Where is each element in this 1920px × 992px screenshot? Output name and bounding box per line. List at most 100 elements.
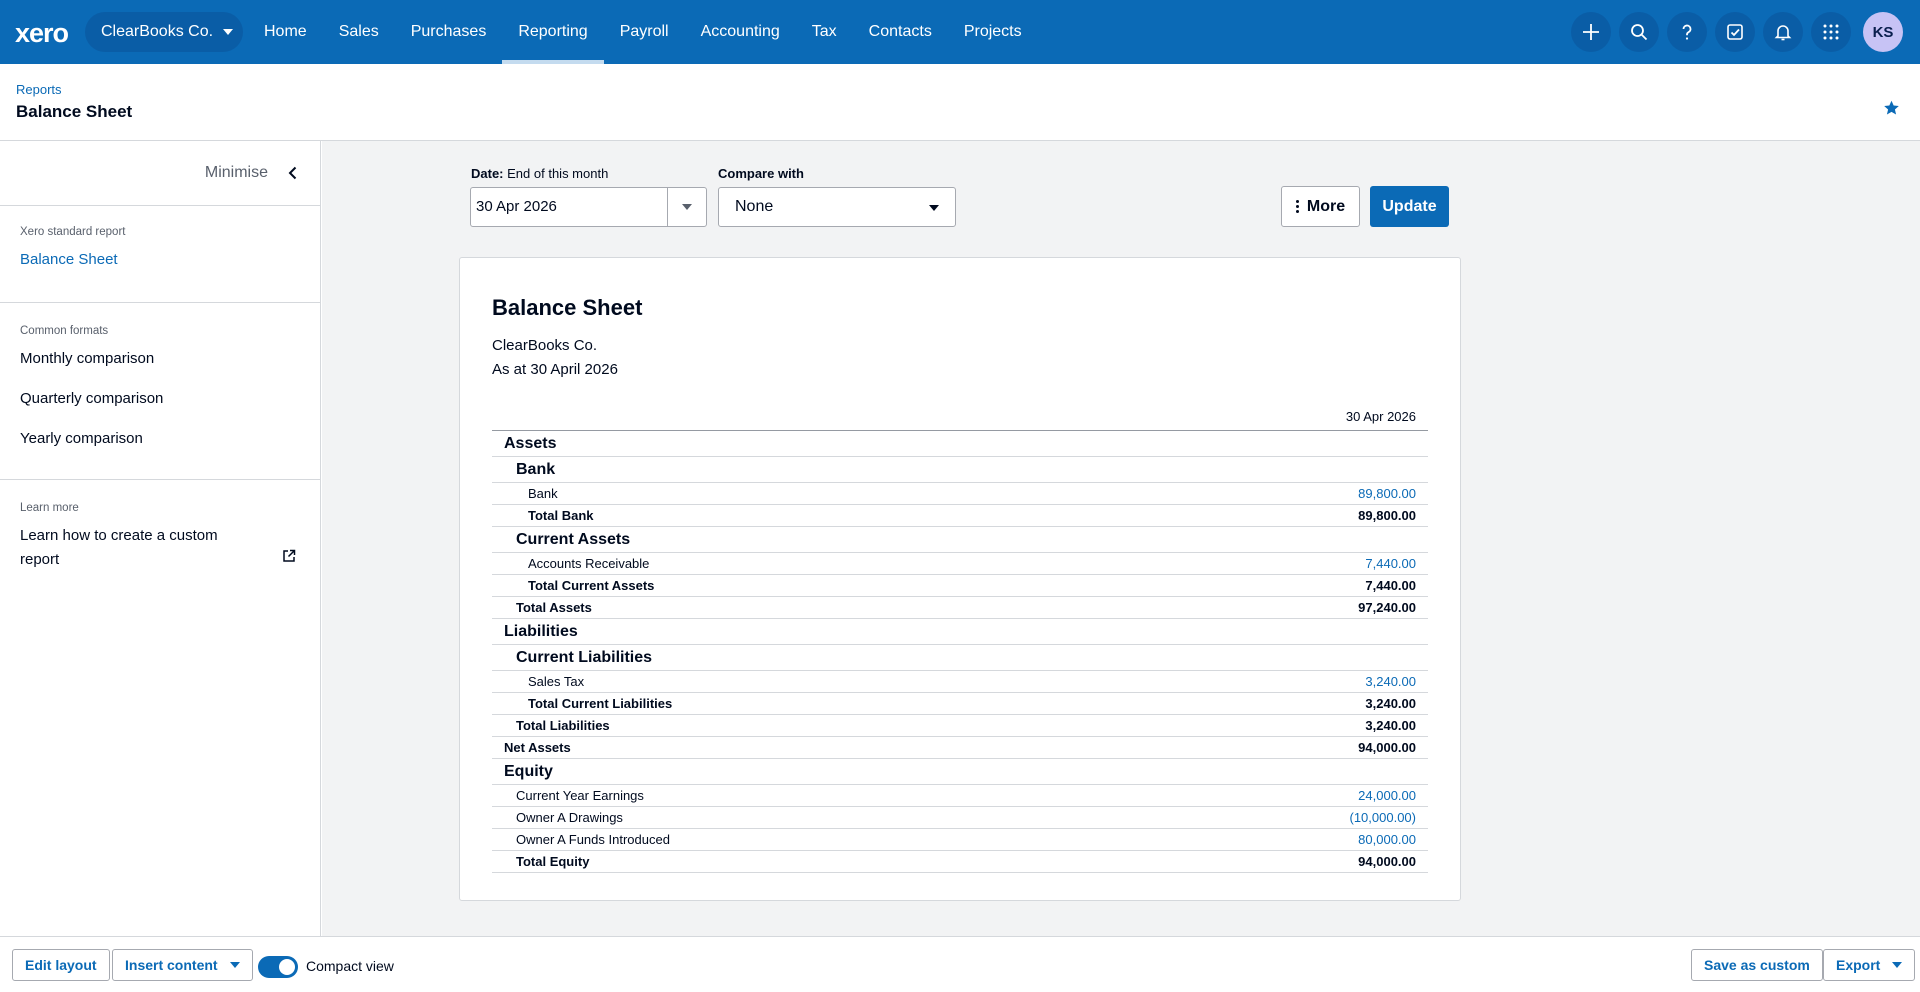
report-line-row: Sales Tax 3,240.00 <box>492 671 1428 693</box>
export-button[interactable]: Export <box>1823 949 1916 981</box>
row-amount[interactable]: 24,000.00 <box>1358 788 1428 803</box>
sidebar-item-quarterly-comparison[interactable]: Quarterly comparison <box>20 390 163 407</box>
report-section-row: Equity <box>492 759 1428 785</box>
compare-with-select[interactable]: None <box>718 187 956 227</box>
nav-payroll[interactable]: Payroll <box>604 0 685 64</box>
row-label: Total Current Liabilities <box>528 696 673 711</box>
search-icon[interactable] <box>1619 12 1659 52</box>
sidebar-item-balance-sheet[interactable]: Balance Sheet <box>20 251 118 268</box>
compare-with-value: None <box>735 198 774 215</box>
report-title: Balance Sheet <box>492 295 643 320</box>
report-card: Balance Sheet ClearBooks Co. As at 30 Ap… <box>459 257 1461 901</box>
task-check-icon[interactable] <box>1715 12 1755 52</box>
common-formats-section: Common formats Monthly comparison Quarte… <box>0 303 320 480</box>
help-icon[interactable] <box>1667 12 1707 52</box>
row-amount: 97,240.00 <box>1358 600 1416 615</box>
favourite-star-icon[interactable] <box>1883 100 1900 121</box>
row-label: Net Assets <box>504 740 571 755</box>
nav-home[interactable]: Home <box>248 0 323 64</box>
row-label: Total Equity <box>516 854 590 869</box>
row-amount: 89,800.00 <box>1358 508 1416 523</box>
plus-icon[interactable] <box>1571 12 1611 52</box>
row-label: Owner A Funds Introduced <box>516 832 670 847</box>
report-total-row: Total Liabilities 3,240.00 <box>492 715 1428 737</box>
row-amount[interactable]: 3,240.00 <box>1365 674 1428 689</box>
nav-tax[interactable]: Tax <box>796 0 853 64</box>
report-total-row: Total Current Liabilities 3,240.00 <box>492 693 1428 715</box>
external-link-icon[interactable] <box>282 549 296 568</box>
caret-down-icon <box>229 962 240 968</box>
sidebar-item-monthly-comparison[interactable]: Monthly comparison <box>20 350 154 367</box>
export-label: Export <box>1836 957 1881 973</box>
balance-sheet-table: Assets Bank Bank 89,800.00 Total Bank 89,800.… <box>492 430 1428 873</box>
bell-icon[interactable] <box>1763 12 1803 52</box>
report-column-header: 30 Apr 2026 <box>1345 409 1416 424</box>
row-label: Accounts Receivable <box>528 556 650 571</box>
compact-view-label: Compact view <box>306 958 394 974</box>
row-label: Assets <box>504 434 557 452</box>
compact-view-toggle[interactable] <box>258 956 298 978</box>
row-amount: 3,240.00 <box>1365 718 1416 733</box>
row-label: Current Assets <box>516 530 631 548</box>
report-line-row: Owner A Funds Introduced 80,000.00 <box>492 829 1428 851</box>
report-section-row: Bank <box>492 457 1428 483</box>
row-amount: 3,240.00 <box>1365 696 1416 711</box>
more-label: More <box>1306 197 1346 215</box>
learn-more-section: Learn more Learn how to create a custom … <box>0 480 320 600</box>
nav-reporting[interactable]: Reporting <box>502 0 605 64</box>
report-total-row: Total Assets 97,240.00 <box>492 597 1428 619</box>
insert-content-button[interactable]: Insert content <box>112 949 253 981</box>
report-line-row: Accounts Receivable 7,440.00 <box>492 553 1428 575</box>
row-amount[interactable]: (10,000.00) <box>1350 810 1429 825</box>
nav-projects[interactable]: Projects <box>948 0 1038 64</box>
organisation-name: ClearBooks Co. <box>101 23 214 40</box>
date-field[interactable]: 30 Apr 2026 <box>470 187 707 227</box>
nav-contacts[interactable]: Contacts <box>853 0 948 64</box>
update-button[interactable]: Update <box>1370 186 1449 227</box>
report-total-row: Total Bank 89,800.00 <box>492 505 1428 527</box>
page-title: Balance Sheet <box>16 102 133 121</box>
row-label: Equity <box>504 762 553 780</box>
row-amount[interactable]: 80,000.00 <box>1358 832 1428 847</box>
more-button[interactable]: More <box>1281 186 1360 227</box>
nav-accounting[interactable]: Accounting <box>685 0 796 64</box>
save-as-custom-button[interactable]: Save as custom <box>1691 949 1823 981</box>
apps-grid-icon[interactable] <box>1811 12 1851 52</box>
learn-more-caption: Learn more <box>20 502 79 514</box>
row-label: Total Bank <box>528 508 594 523</box>
report-line-row: Bank 89,800.00 <box>492 483 1428 505</box>
toggle-knob <box>279 959 295 975</box>
learn-custom-report-link[interactable]: Learn how to create a custom report <box>20 524 250 572</box>
minimise-label: Minimise <box>204 164 268 181</box>
report-organisation: ClearBooks Co. <box>492 337 598 354</box>
row-label: Bank <box>528 486 558 501</box>
report-main-area: Date: End of this month 30 Apr 2026 Comp… <box>322 141 1920 936</box>
row-label: Bank <box>516 460 556 478</box>
row-label: Total Assets <box>516 600 592 615</box>
organisation-switcher[interactable]: ClearBooks Co. <box>85 12 243 52</box>
edit-layout-button[interactable]: Edit layout <box>12 949 110 981</box>
xero-logo[interactable]: xero <box>15 18 69 49</box>
row-label: Liabilities <box>504 622 578 640</box>
row-amount[interactable]: 89,800.00 <box>1358 486 1428 501</box>
report-line-row: Current Year Earnings 24,000.00 <box>492 785 1428 807</box>
date-label-text: Date: <box>471 166 504 181</box>
sidebar-item-yearly-comparison[interactable]: Yearly comparison <box>20 430 143 447</box>
nav-sales[interactable]: Sales <box>323 0 395 64</box>
caret-down-icon <box>1892 962 1903 968</box>
caret-down-icon <box>929 205 939 211</box>
report-line-row: Owner A Drawings (10,000.00) <box>492 807 1428 829</box>
row-amount[interactable]: 7,440.00 <box>1365 556 1428 571</box>
row-label: Sales Tax <box>528 674 585 689</box>
date-hint: End of this month <box>507 166 609 181</box>
minimise-sidebar-button[interactable]: Minimise <box>0 141 320 206</box>
date-value[interactable]: 30 Apr 2026 <box>471 188 667 226</box>
nav-purchases[interactable]: Purchases <box>395 0 503 64</box>
date-dropdown-button[interactable] <box>667 188 706 226</box>
breadcrumb-reports[interactable]: Reports <box>16 82 62 97</box>
more-vertical-icon <box>1295 200 1299 213</box>
chevron-left-icon <box>288 166 298 185</box>
main-menu: Home Sales Purchases Reporting Payroll A… <box>248 0 1038 64</box>
page-header: Reports Balance Sheet <box>0 64 1920 141</box>
user-avatar[interactable]: KS <box>1863 12 1903 52</box>
